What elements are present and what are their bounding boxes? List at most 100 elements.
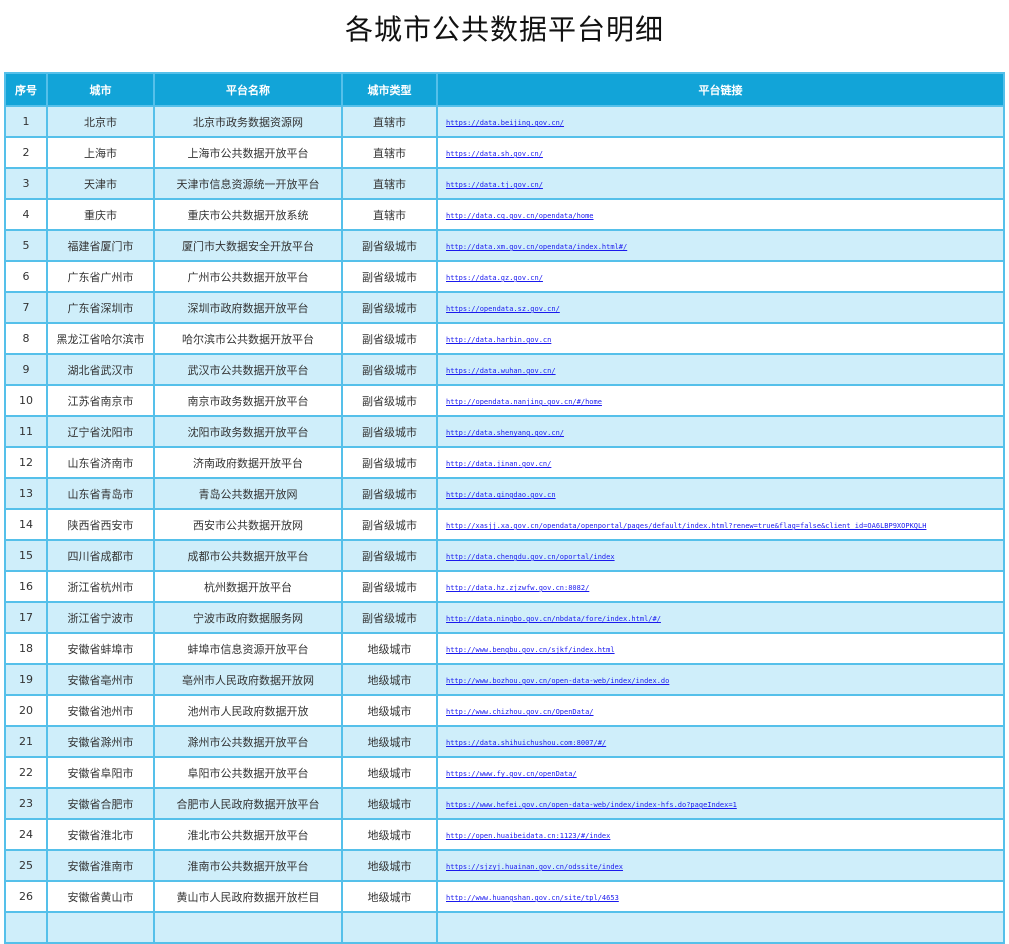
cell-platform-link: https://opendata.sz.gov.cn/ bbox=[436, 291, 1005, 324]
cell-index: 7 bbox=[4, 291, 48, 324]
cell-platform-link: https://data.tj.gov.cn/ bbox=[436, 167, 1005, 200]
cell-platform-link: http://data.chengdu.gov.cn/oportal/index bbox=[436, 539, 1005, 572]
cell-city: 安徽省阜阳市 bbox=[46, 756, 155, 789]
cell-platform-name: 池州市人民政府数据开放 bbox=[153, 694, 343, 727]
platform-link[interactable]: http://data.xm.gov.cn/opendata/index.htm… bbox=[446, 243, 627, 251]
cell-city: 北京市 bbox=[46, 105, 155, 138]
platform-link[interactable]: http://www.bozhou.gov.cn/open-data-web/i… bbox=[446, 677, 669, 685]
cell-city: 陕西省西安市 bbox=[46, 508, 155, 541]
cell-city-type: 副省级城市 bbox=[341, 446, 438, 479]
cell-city-type: 地级城市 bbox=[341, 787, 438, 820]
platform-link[interactable]: http://data.jinan.gov.cn/ bbox=[446, 460, 551, 468]
cell-city-type: 直辖市 bbox=[341, 105, 438, 138]
cell-platform-name: 天津市信息资源统一开放平台 bbox=[153, 167, 343, 200]
header-city-type: 城市类型 bbox=[341, 72, 438, 107]
platform-link[interactable]: http://opendata.nanjing.gov.cn/#/home bbox=[446, 398, 602, 406]
cell-platform-link: https://www.hefei.gov.cn/open-data-web/i… bbox=[436, 787, 1005, 820]
cell-city: 福建省厦门市 bbox=[46, 229, 155, 262]
table-row: 18 安徽省蚌埠市 蚌埠市信息资源开放平台 地级城市 http://www.bengbu… bbox=[4, 632, 1005, 665]
platform-link[interactable]: http://data.ningbo.gov.cn/nbdata/fore/in… bbox=[446, 615, 661, 623]
table-row: 12 山东省济南市 济南政府数据开放平台 副省级城市 http://data.jinan… bbox=[4, 446, 1005, 479]
cell-platform-name: 武汉市公共数据开放平台 bbox=[153, 353, 343, 386]
platform-link[interactable]: http://www.huangshan.gov.cn/site/tpl/465… bbox=[446, 894, 619, 902]
cell-city: 安徽省淮南市 bbox=[46, 849, 155, 882]
table-row: 15 四川省成都市 成都市公共数据开放平台 副省级城市 http://data.chen… bbox=[4, 539, 1005, 572]
platform-link[interactable]: http://open.huaibeidata.cn:1123/#/index bbox=[446, 832, 610, 840]
table-row: 11 辽宁省沈阳市 沈阳市政务数据开放平台 副省级城市 http://data.shen… bbox=[4, 415, 1005, 448]
cell-city: 广东省广州市 bbox=[46, 260, 155, 293]
cell-platform-link: http://xasjj.xa.gov.cn/opendata/openport… bbox=[436, 508, 1005, 541]
platform-link[interactable]: https://data.wuhan.gov.cn/ bbox=[446, 367, 556, 375]
platform-link[interactable]: http://xasjj.xa.gov.cn/opendata/openport… bbox=[446, 522, 926, 530]
cell-city: 天津市 bbox=[46, 167, 155, 200]
platform-link[interactable]: http://data.qingdao.gov.cn bbox=[446, 491, 556, 499]
cell-city: 浙江省杭州市 bbox=[46, 570, 155, 603]
platform-link[interactable]: https://data.gz.gov.cn/ bbox=[446, 274, 543, 282]
table-row: 1 北京市 北京市政务数据资源网 直辖市 https://data.beijing.go… bbox=[4, 105, 1005, 138]
cell-platform-name: 青岛公共数据开放网 bbox=[153, 477, 343, 510]
cell-index: 14 bbox=[4, 508, 48, 541]
cell-city: 山东省青岛市 bbox=[46, 477, 155, 510]
platform-link[interactable]: https://www.hefei.gov.cn/open-data-web/i… bbox=[446, 801, 737, 809]
cell-platform-name: 淮南市公共数据开放平台 bbox=[153, 849, 343, 882]
cell-platform-name: 黄山市人民政府数据开放栏目 bbox=[153, 880, 343, 913]
cell-city-type: 直辖市 bbox=[341, 198, 438, 231]
cell-index: 18 bbox=[4, 632, 48, 665]
cell-platform-link: http://www.bengbu.gov.cn/sjkf/index.html bbox=[436, 632, 1005, 665]
platform-link[interactable]: http://data.shenyang.gov.cn/ bbox=[446, 429, 564, 437]
cell-city: 湖北省武汉市 bbox=[46, 353, 155, 386]
cell-city: 浙江省宁波市 bbox=[46, 601, 155, 634]
platform-link[interactable]: http://data.hz.zjzwfw.gov.cn:8082/ bbox=[446, 584, 589, 592]
platform-link[interactable]: https://sjzyj.huainan.gov.cn/odssite/ind… bbox=[446, 863, 623, 871]
platform-link[interactable]: https://data.shihuichushou.com:8007/#/ bbox=[446, 739, 606, 747]
cell-platform-name: 哈尔滨市公共数据开放平台 bbox=[153, 322, 343, 355]
cell-platform-name: 深圳市政府数据开放平台 bbox=[153, 291, 343, 324]
cell-index: 12 bbox=[4, 446, 48, 479]
cell-city-type: 地级城市 bbox=[341, 663, 438, 696]
cell-platform-link: http://www.chizhou.gov.cn/OpenData/ bbox=[436, 694, 1005, 727]
platform-link[interactable]: http://www.chizhou.gov.cn/OpenData/ bbox=[446, 708, 594, 716]
platform-link[interactable]: https://opendata.sz.gov.cn/ bbox=[446, 305, 560, 313]
header-index: 序号 bbox=[4, 72, 48, 107]
cell-platform-name: 广州市公共数据开放平台 bbox=[153, 260, 343, 293]
table-row: 19 安徽省亳州市 亳州市人民政府数据开放网 地级城市 http://www.bozho… bbox=[4, 663, 1005, 696]
platform-link[interactable]: http://www.bengbu.gov.cn/sjkf/index.html bbox=[446, 646, 615, 654]
cell-index: 21 bbox=[4, 725, 48, 758]
cell-index: 23 bbox=[4, 787, 48, 820]
cell-platform-link: http://open.huaibeidata.cn:1123/#/index bbox=[436, 818, 1005, 851]
table-row: 13 山东省青岛市 青岛公共数据开放网 副省级城市 http://data.qingda… bbox=[4, 477, 1005, 510]
table-row: 10 江苏省南京市 南京市政务数据开放平台 副省级城市 http://opendata.… bbox=[4, 384, 1005, 417]
cell-platform-link: http://data.harbin.gov.cn bbox=[436, 322, 1005, 355]
cell-platform-name: 济南政府数据开放平台 bbox=[153, 446, 343, 479]
cell-platform-name: 上海市公共数据开放平台 bbox=[153, 136, 343, 169]
cell-index: 3 bbox=[4, 167, 48, 200]
cell-index: 26 bbox=[4, 880, 48, 913]
table-row: 3 天津市 天津市信息资源统一开放平台 直辖市 https://data.tj.gov.… bbox=[4, 167, 1005, 200]
cell-platform-link: http://www.huangshan.gov.cn/site/tpl/465… bbox=[436, 880, 1005, 913]
cell-index bbox=[4, 911, 48, 944]
cell-platform-link: https://data.sh.gov.cn/ bbox=[436, 136, 1005, 169]
table-row: 2 上海市 上海市公共数据开放平台 直辖市 https://data.sh.gov.cn… bbox=[4, 136, 1005, 169]
cell-platform-name: 亳州市人民政府数据开放网 bbox=[153, 663, 343, 696]
platform-link[interactable]: https://data.tj.gov.cn/ bbox=[446, 181, 543, 189]
cell-city-type: 副省级城市 bbox=[341, 260, 438, 293]
cell-platform-name: 阜阳市公共数据开放平台 bbox=[153, 756, 343, 789]
cell-city-type: 副省级城市 bbox=[341, 539, 438, 572]
platform-link[interactable]: https://data.beijing.gov.cn/ bbox=[446, 119, 564, 127]
platform-link[interactable]: https://data.sh.gov.cn/ bbox=[446, 150, 543, 158]
cell-platform-name: 合肥市人民政府数据开放平台 bbox=[153, 787, 343, 820]
platform-link[interactable]: https://www.fy.gov.cn/openData/ bbox=[446, 770, 577, 778]
cell-city: 重庆市 bbox=[46, 198, 155, 231]
cell-city: 安徽省亳州市 bbox=[46, 663, 155, 696]
platform-link[interactable]: http://data.chengdu.gov.cn/oportal/index bbox=[446, 553, 615, 561]
cell-city-type: 副省级城市 bbox=[341, 601, 438, 634]
platform-link[interactable]: http://data.harbin.gov.cn bbox=[446, 336, 551, 344]
cell-index: 8 bbox=[4, 322, 48, 355]
cell-city: 山东省济南市 bbox=[46, 446, 155, 479]
cell-platform-link: http://data.jinan.gov.cn/ bbox=[436, 446, 1005, 479]
platform-link[interactable]: http://data.cq.gov.cn/opendata/home bbox=[446, 212, 594, 220]
cell-platform-name: 北京市政务数据资源网 bbox=[153, 105, 343, 138]
cell-platform-name: 淮北市公共数据开放平台 bbox=[153, 818, 343, 851]
cell-platform-link: http://data.qingdao.gov.cn bbox=[436, 477, 1005, 510]
cell-city-type: 直辖市 bbox=[341, 167, 438, 200]
